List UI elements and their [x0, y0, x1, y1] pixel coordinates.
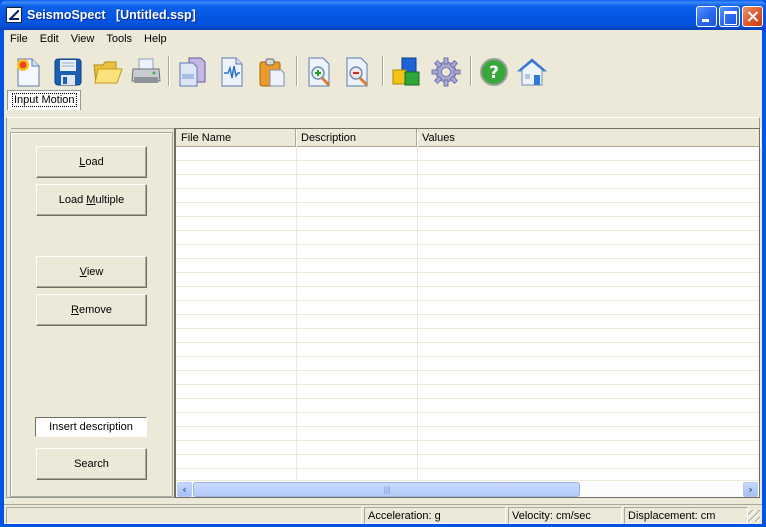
scrollbar-thumb[interactable]: ||||: [193, 482, 580, 497]
maximize-button[interactable]: [719, 6, 740, 27]
actions-panel: Load Load Multiple View Remove Insert de…: [10, 132, 173, 497]
app-window: SeismoSpect [Untitled.ssp] File Edit Vie…: [0, 0, 766, 527]
close-button[interactable]: [742, 6, 763, 27]
description-search-input[interactable]: Insert description: [35, 417, 147, 437]
remove-button[interactable]: Remove: [36, 294, 147, 326]
table-body[interactable]: [176, 147, 759, 479]
column-divider: [296, 147, 297, 479]
minimize-button[interactable]: [696, 6, 717, 27]
view-label: View: [79, 266, 104, 278]
status-velocity-unit: Velocity: cm/sec: [508, 507, 622, 524]
toolbar-separator: [470, 56, 472, 86]
column-header-file-name[interactable]: File Name: [176, 129, 296, 147]
remove-label: Remove: [71, 304, 112, 316]
column-header-description[interactable]: Description: [296, 129, 417, 147]
paste-icon: [259, 58, 285, 87]
menu-view[interactable]: View: [65, 30, 101, 50]
zoom-out-icon: [346, 57, 369, 87]
search-button[interactable]: Search: [36, 448, 147, 480]
print-button[interactable]: [128, 54, 164, 90]
scroll-right-button[interactable]: ›: [743, 482, 758, 497]
print-icon: [131, 58, 161, 83]
gear-icon: [431, 57, 461, 87]
window-title: SeismoSpect [Untitled.ssp]: [27, 8, 196, 22]
waveform-document-icon: [221, 57, 243, 87]
load-button[interactable]: Load: [36, 146, 147, 178]
tab-input-motion[interactable]: Input Motion: [7, 90, 81, 110]
settings-button[interactable]: [428, 54, 464, 90]
search-label: Search: [74, 458, 109, 470]
horizontal-scrollbar[interactable]: ‹ |||| ›: [176, 480, 759, 497]
menu-tools[interactable]: Tools: [100, 30, 138, 50]
svg-text:?: ?: [489, 63, 499, 83]
column-header-values[interactable]: Values: [417, 129, 760, 147]
modules-cubes-icon: [392, 57, 420, 86]
help-button[interactable]: ?: [476, 54, 512, 90]
status-acceleration-unit: Acceleration: g: [364, 507, 506, 524]
copy-icon: [179, 57, 206, 87]
toolbar-separator: [296, 56, 298, 86]
toolbar-separator: [168, 56, 170, 86]
records-table: File Name Description Values ‹ |||| ›: [174, 128, 760, 498]
menu-bar: File Edit View Tools Help: [4, 30, 762, 50]
resize-grip[interactable]: [748, 510, 760, 522]
zoom-out-button[interactable]: [340, 54, 376, 90]
modules-button[interactable]: [388, 54, 424, 90]
open-folder-icon: [93, 61, 123, 84]
paste-button[interactable]: [254, 54, 290, 90]
load-label: Load: [79, 156, 104, 168]
view-button[interactable]: View: [36, 256, 147, 288]
load-multiple-button[interactable]: Load Multiple: [36, 184, 147, 216]
home-button[interactable]: [514, 54, 550, 90]
new-button[interactable]: [10, 54, 46, 90]
home-icon: [516, 58, 548, 86]
save-button[interactable]: [50, 54, 86, 90]
help-icon: ?: [480, 58, 508, 86]
client-area: File Edit View Tools Help ? Input Motion…: [4, 30, 762, 524]
toolbar: ?: [4, 51, 762, 91]
zoom-in-icon: [308, 57, 331, 87]
save-icon: [54, 58, 82, 86]
menu-file[interactable]: File: [4, 30, 34, 50]
open-button[interactable]: [90, 54, 126, 90]
table-header: File Name Description Values: [176, 129, 759, 147]
tab-label: Input Motion: [12, 93, 77, 107]
menu-edit[interactable]: Edit: [34, 30, 65, 50]
scroll-left-button[interactable]: ‹: [177, 482, 192, 497]
column-divider: [417, 147, 418, 479]
load-multiple-label: Load Multiple: [58, 194, 125, 206]
zoom-in-button[interactable]: [302, 54, 338, 90]
title-bar[interactable]: SeismoSpect [Untitled.ssp]: [0, 0, 766, 30]
toolbar-separator: [382, 56, 384, 86]
app-logo-icon: [6, 7, 22, 23]
status-pane-main: [6, 507, 362, 524]
status-bar: Acceleration: g Velocity: cm/sec Displac…: [4, 504, 762, 524]
new-icon: [17, 58, 40, 87]
copy-button[interactable]: [174, 54, 210, 90]
copy-graph-button[interactable]: [214, 54, 250, 90]
status-displacement-unit: Displacement: cm: [624, 507, 748, 524]
menu-help[interactable]: Help: [138, 30, 173, 50]
